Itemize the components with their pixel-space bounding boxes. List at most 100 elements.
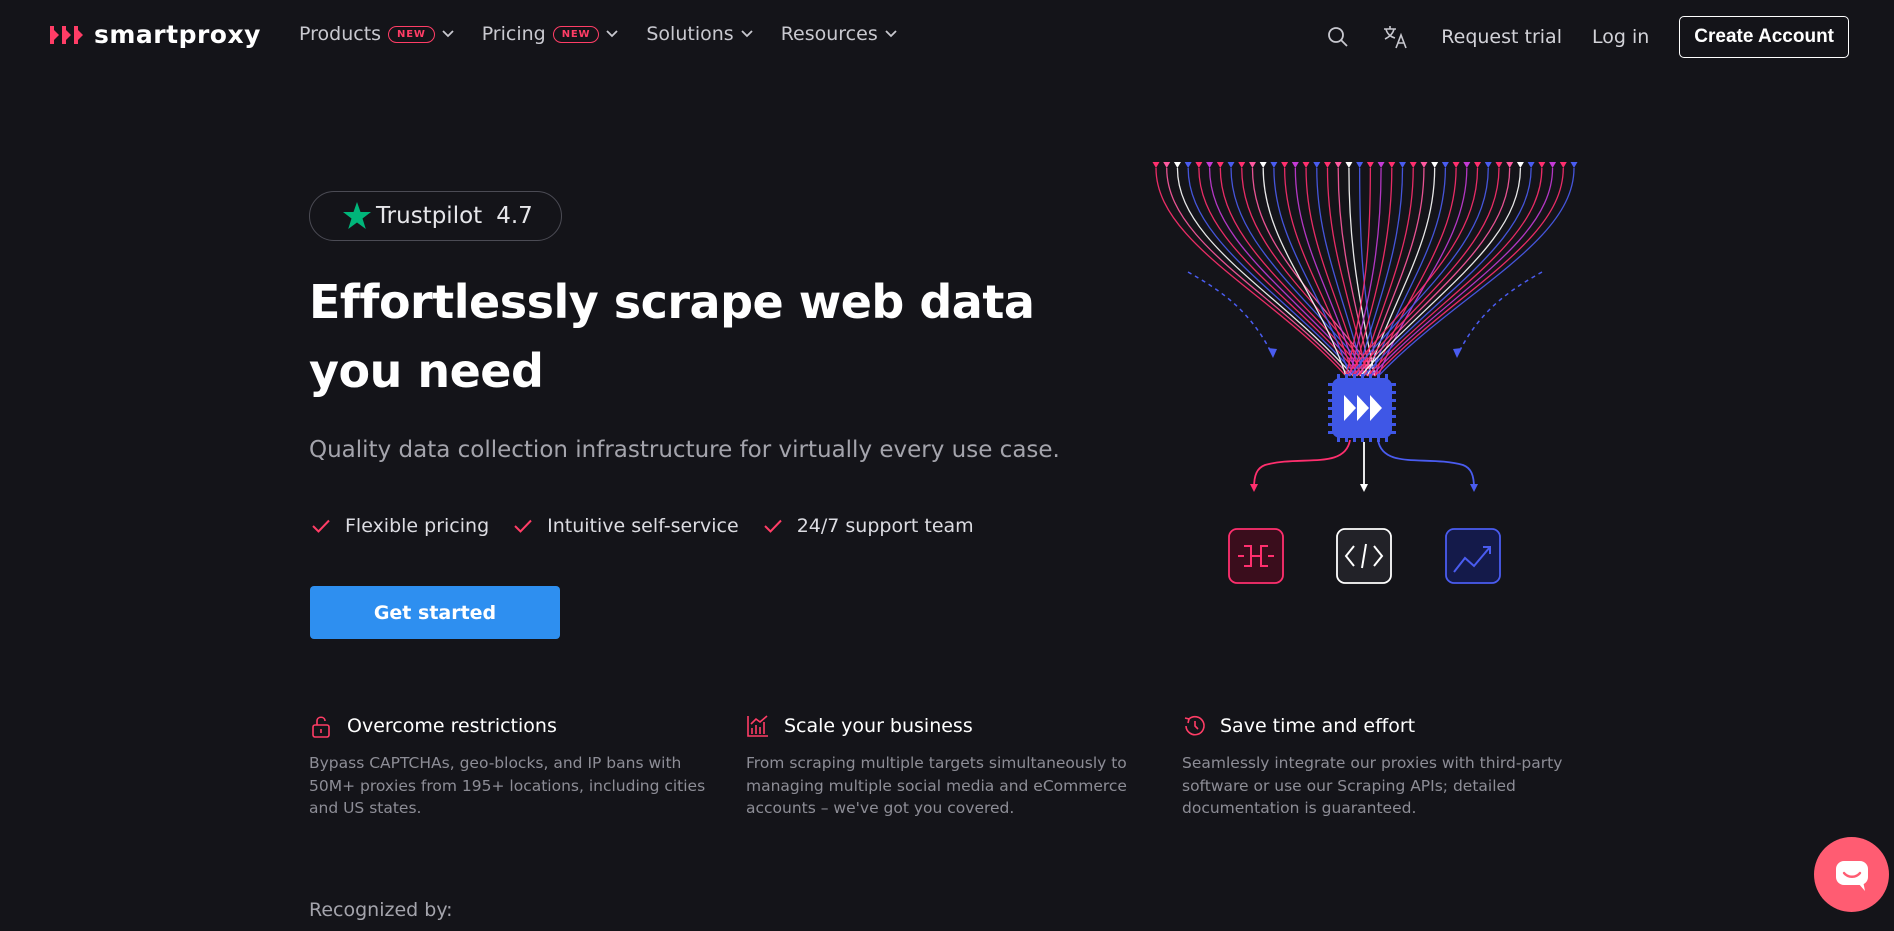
translate-icon[interactable] bbox=[1383, 24, 1409, 50]
funnel-strand bbox=[1374, 167, 1457, 377]
trustpilot-badge[interactable]: Trustpilot 4.7 bbox=[309, 191, 562, 241]
funnel-strand-head bbox=[1152, 162, 1160, 168]
dashed-arrow-right-head bbox=[1453, 348, 1462, 358]
hero-subtitle: Quality data collection infrastructure f… bbox=[309, 437, 1060, 463]
benefit-label: 24/7 support team bbox=[796, 515, 974, 537]
search-icon[interactable] bbox=[1325, 24, 1351, 50]
funnel-strand-head bbox=[1345, 162, 1353, 168]
funnel-strand bbox=[1155, 167, 1347, 377]
new-badge: NEW bbox=[388, 25, 435, 43]
funnel-strand-head bbox=[1527, 162, 1535, 168]
funnel-strand-head bbox=[1195, 162, 1203, 168]
clock-icon bbox=[1184, 715, 1205, 736]
chip-icon bbox=[1328, 374, 1396, 442]
funnel-strand-head bbox=[1559, 162, 1567, 168]
funnel-strand-head bbox=[1495, 162, 1503, 168]
chevron-down-icon bbox=[606, 30, 619, 38]
funnel-strand-head bbox=[1452, 162, 1460, 168]
feature-scale-business: Scale your business From scraping multip… bbox=[746, 714, 1166, 820]
funnel-strand-head bbox=[1281, 162, 1289, 168]
funnel-strand-head bbox=[1248, 162, 1256, 168]
funnel-strand-head bbox=[1227, 162, 1235, 168]
funnel-strand-head bbox=[1323, 162, 1331, 168]
create-account-button[interactable]: Create Account bbox=[1679, 16, 1849, 58]
funnel-strand-head bbox=[1538, 162, 1546, 168]
feature-title: Save time and effort bbox=[1220, 715, 1416, 737]
benefit-item: Flexible pricing bbox=[311, 515, 489, 537]
benefit-item: 24/7 support team bbox=[763, 515, 974, 537]
chevron-down-icon bbox=[442, 30, 454, 38]
nav-actions: Request trial Log in Create Account bbox=[1325, 16, 1849, 58]
logo[interactable]: smartproxy bbox=[48, 20, 261, 49]
funnel-strand-head bbox=[1206, 162, 1214, 168]
menu-solutions-label: Solutions bbox=[646, 23, 734, 45]
funnel-strand-head bbox=[1184, 162, 1192, 168]
funnel-strands bbox=[1152, 162, 1578, 377]
branch-right bbox=[1377, 439, 1475, 489]
funnel-strand-head bbox=[1270, 162, 1278, 168]
branch-left bbox=[1253, 439, 1351, 489]
feature-title: Overcome restrictions bbox=[347, 715, 557, 737]
chevron-down-icon bbox=[885, 30, 897, 38]
funnel-strand-head bbox=[1516, 162, 1524, 168]
get-started-button[interactable]: Get started bbox=[310, 586, 560, 639]
funnel-strand-head bbox=[1399, 162, 1407, 168]
dashed-arrow-left bbox=[1187, 271, 1273, 355]
benefit-item: Intuitive self-service bbox=[513, 515, 739, 537]
logo-text: smartproxy bbox=[94, 20, 261, 49]
benefit-label: Intuitive self-service bbox=[547, 515, 739, 537]
funnel-strand-head bbox=[1549, 162, 1557, 168]
feature-body: From scraping multiple targets simultane… bbox=[746, 754, 1127, 817]
menu-pricing-label: Pricing bbox=[481, 23, 546, 45]
feature-body: Seamlessly integrate our proxies with th… bbox=[1182, 754, 1563, 817]
funnel-strand-head bbox=[1506, 162, 1514, 168]
funnel-strand bbox=[1359, 167, 1522, 377]
branch-right-head bbox=[1470, 484, 1478, 492]
new-badge: NEW bbox=[552, 25, 600, 43]
chevron-down-icon bbox=[741, 30, 753, 38]
branch-center-head bbox=[1360, 484, 1368, 492]
funnel-strand-head bbox=[1388, 162, 1396, 168]
dashed-arrow-right bbox=[1457, 271, 1543, 355]
main-menu: Products NEW Pricing NEW Solutions Resou… bbox=[299, 23, 925, 45]
menu-resources[interactable]: Resources bbox=[781, 23, 897, 45]
menu-resources-label: Resources bbox=[780, 23, 878, 45]
check-icon bbox=[763, 519, 782, 533]
logo-icon bbox=[50, 25, 83, 44]
menu-solutions[interactable]: Solutions bbox=[646, 23, 753, 45]
funnel-strand-head bbox=[1484, 162, 1492, 168]
recognized-by-label: Recognized by: bbox=[309, 899, 453, 921]
menu-products[interactable]: Products NEW bbox=[299, 23, 454, 45]
funnel-strand-head bbox=[1377, 162, 1385, 168]
plug-icon bbox=[1228, 528, 1284, 584]
funnel-strand-head bbox=[1356, 162, 1364, 168]
funnel-strand-head bbox=[1431, 162, 1439, 168]
funnel-strand-head bbox=[1238, 162, 1246, 168]
trustpilot-score: 4.7 bbox=[496, 203, 533, 229]
funnel-strand-head bbox=[1216, 162, 1224, 168]
menu-pricing[interactable]: Pricing NEW bbox=[482, 23, 619, 45]
funnel-strand-head bbox=[1420, 162, 1428, 168]
branch-left-head bbox=[1250, 484, 1258, 492]
funnel-strand-head bbox=[1302, 162, 1310, 168]
funnel-strand-head bbox=[1313, 162, 1321, 168]
feature-save-time: Save time and effort Seamlessly integrat… bbox=[1182, 714, 1602, 820]
code-icon bbox=[1336, 528, 1392, 584]
funnel-strand-head bbox=[1291, 162, 1299, 168]
feature-overcome-restrictions: Overcome restrictions Bypass CAPTCHAs, g… bbox=[309, 714, 729, 820]
top-nav: smartproxy Products NEW Pricing NEW Solu… bbox=[0, 0, 1894, 72]
funnel-strand-head bbox=[1173, 162, 1181, 168]
chat-icon bbox=[1835, 860, 1868, 891]
trustpilot-name: Trustpilot bbox=[376, 203, 483, 229]
dashed-arrow-left-head bbox=[1268, 348, 1277, 358]
funnel-strand-head bbox=[1409, 162, 1417, 168]
trend-chart-icon bbox=[1445, 528, 1501, 584]
funnel-strand-head bbox=[1463, 162, 1471, 168]
funnel-strand-head bbox=[1570, 162, 1578, 168]
chat-button[interactable] bbox=[1814, 837, 1889, 912]
funnel-strand-head bbox=[1163, 162, 1171, 168]
feature-title: Scale your business bbox=[784, 715, 973, 737]
request-trial-link[interactable]: Request trial bbox=[1441, 26, 1562, 48]
login-link[interactable]: Log in bbox=[1592, 26, 1649, 48]
unlock-icon bbox=[312, 716, 330, 738]
